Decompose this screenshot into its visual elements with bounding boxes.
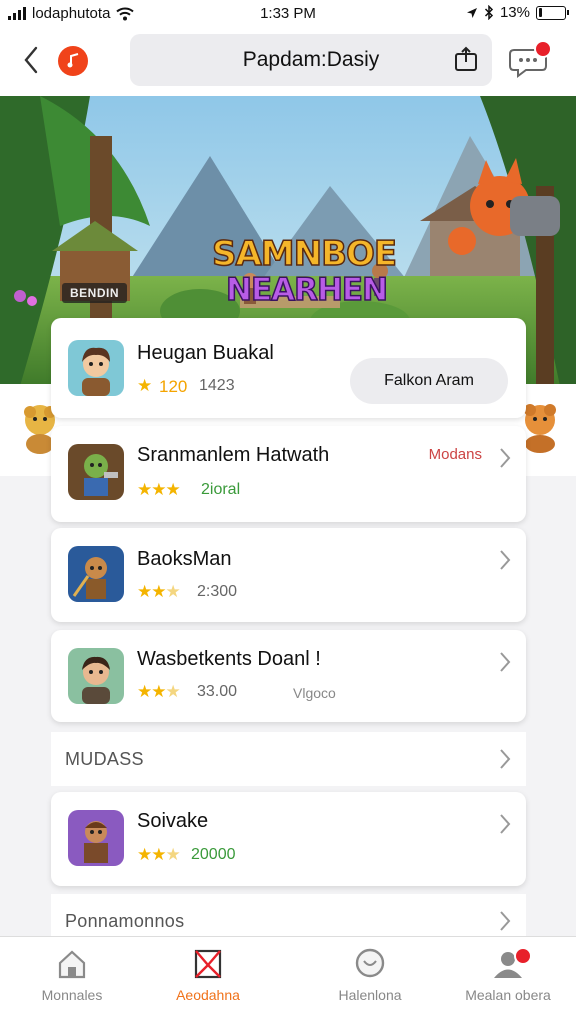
chevron-right-icon [500,550,511,570]
rating-stars: ★★★ [137,582,181,601]
chevron-right-icon [500,749,511,769]
chevron-right-icon [500,448,511,468]
item-title: Wasbetkents Doanl ! [137,648,321,670]
battery-percent: 13% [499,4,530,21]
featured-title: Heugan Buakal [137,342,274,364]
chevron-right-icon [500,814,511,834]
item-thumbnail [68,648,124,704]
item-thumbnail [68,546,124,602]
bottom-tab-bar: Monnales Aeodahna Halenlona Mealan obera [0,936,576,1024]
tab-label: Aeodahna [176,987,240,1003]
list-item[interactable]: Wasbetkents Doanl ! ★★★ 33.00 Vlgoco [51,630,526,722]
tab-profile[interactable]: Mealan obera [436,937,576,1024]
status-bar: lodaphutota 1:33 PM 13% [0,0,576,28]
back-button[interactable] [16,44,46,76]
rating-stars: ★ [137,376,152,395]
list-item[interactable]: Sranmanlem Hatwath ★★★ 2ioral Modans [51,426,526,522]
bookmark-icon [194,949,222,979]
item-title: BaoksMan [137,548,232,570]
item-subtitle: 2ioral [201,481,241,498]
chevron-left-icon [24,46,38,74]
section-label: Ponnamonnos [65,911,185,931]
home-icon [58,950,86,979]
tab-home[interactable]: Monnales [0,937,144,1024]
featured-card[interactable]: Heugan Buakal ★ 120 1423 Falkon Aram [51,318,526,418]
search-text: Papdam:Dasiy [242,48,380,71]
app-logo[interactable] [58,46,88,76]
item-subtitle: 2:300 [197,583,238,600]
search-field[interactable]: Papdam:Dasiy [130,34,492,86]
tab-label: Monnales [41,987,103,1003]
rating-stars: ★★★ [137,480,181,499]
banner-title-line2: NEARHEN [225,271,389,309]
rating-stars: ★★★ [137,845,181,864]
share-icon [455,46,477,71]
bluetooth-icon [484,5,494,20]
list-item[interactable]: Soivake ★★★ 20000 [51,792,526,886]
music-note-icon [67,53,79,68]
location-icon [466,7,477,18]
section-label: MUDASS [65,749,144,769]
featured-action-button[interactable]: Falkon Aram [350,358,508,404]
item-title: Soivake [137,810,209,832]
top-header: Papdam:Dasiy [0,28,576,96]
battery-icon [536,5,569,20]
rating-stars: ★★★ [137,682,181,701]
banner-tag: BENDIN [62,283,128,303]
item-subtitle: 33.00 [197,683,238,700]
item-tag: Vlgoco [293,685,336,701]
section-header-row[interactable]: MUDASS [51,732,526,786]
item-thumbnail [68,810,124,866]
tab-bookmarks[interactable]: Aeodahna [136,937,280,1024]
item-thumbnail [68,444,124,500]
notification-badge [514,947,532,965]
list-item[interactable]: BaoksMan ★★★ 2:300 [51,528,526,622]
banner-title-line1: SAMNBOE [211,233,398,275]
tab-label: Halenlona [338,987,402,1003]
messages-button[interactable] [508,40,556,80]
chat-bubble-icon [355,948,385,978]
item-subtitle: 20000 [191,846,236,863]
notification-badge [534,40,552,58]
featured-thumbnail [68,340,124,396]
featured-rating: 120 [159,377,188,396]
tab-chat[interactable]: Halenlona [298,937,442,1024]
chevron-right-icon [500,652,511,672]
item-title: Sranmanlem Hatwath [137,444,330,466]
share-button[interactable] [454,46,478,78]
featured-count: 1423 [199,377,235,394]
tab-label: Mealan obera [465,987,551,1003]
item-tag: Modans [428,446,482,463]
chevron-right-icon [500,911,511,931]
clock: 1:33 PM [260,5,316,22]
